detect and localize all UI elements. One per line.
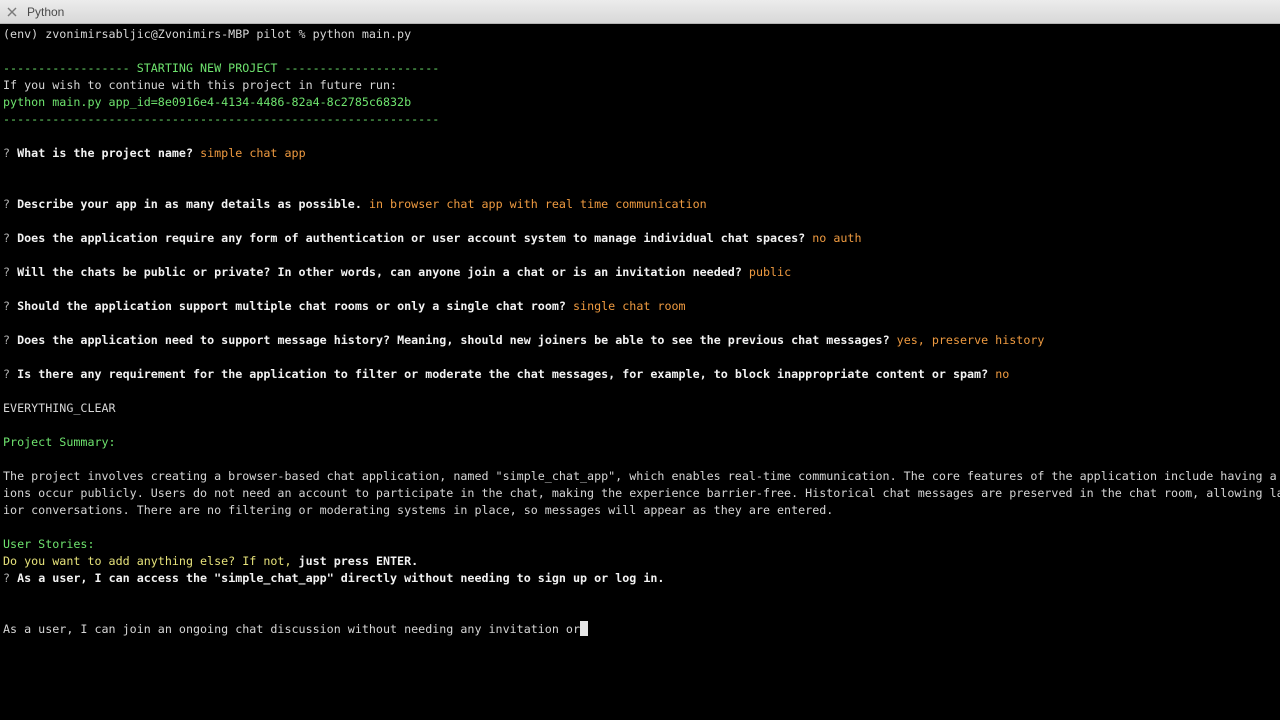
- question-text: Will the chats be public or private? In …: [17, 265, 742, 279]
- qa-item: ? Does the application need to support m…: [3, 332, 1044, 349]
- add-prompt-emphasis: just press ENTER.: [298, 554, 419, 568]
- prompt-mark: ?: [3, 299, 11, 313]
- banner-bottom: ----------------------------------------…: [3, 112, 440, 126]
- stories-heading: User Stories:: [3, 537, 95, 551]
- title-bar[interactable]: Python: [0, 0, 1280, 24]
- status-line: EVERYTHING_CLEAR: [3, 401, 116, 415]
- prompt-mark: ?: [3, 367, 11, 381]
- command-line: (env) zvonimirsabljic@Zvonimirs-MBP pilo…: [3, 27, 412, 41]
- answer-text: public: [748, 265, 792, 279]
- window-title: Python: [27, 4, 65, 19]
- continue-hint: If you wish to continue with this projec…: [3, 78, 398, 92]
- answer-text: in browser chat app with real time commu…: [368, 197, 707, 211]
- story-prompt: ? As a user, I can access the "simple_ch…: [3, 570, 664, 587]
- close-icon: [7, 7, 17, 16]
- add-prompt: Do you want to add anything else? If not…: [3, 553, 418, 570]
- summary-heading: Project Summary:: [3, 435, 116, 449]
- qa-item: ? Should the application support multipl…: [3, 298, 686, 315]
- answer-text: simple chat app: [200, 146, 306, 160]
- banner-top: ------------------ STARTING NEW PROJECT …: [3, 61, 440, 75]
- qa-item: ? What is the project name? simple chat …: [3, 145, 306, 162]
- prompt-mark: ?: [3, 333, 11, 347]
- answer-text: no auth: [812, 231, 862, 245]
- story-prompt-text: As a user, I can access the "simple_chat…: [17, 571, 665, 585]
- question-text: Should the application support multiple …: [17, 299, 566, 313]
- prompt-mark: ?: [3, 146, 11, 160]
- question-text: Does the application require any form of…: [17, 231, 806, 245]
- question-text: What is the project name?: [17, 146, 194, 160]
- answer-text: no: [995, 367, 1010, 381]
- terminal-output[interactable]: (env) zvonimirsabljic@Zvonimirs-MBP pilo…: [0, 26, 1280, 720]
- qa-item: ? Does the application require any form …: [3, 230, 862, 247]
- close-button[interactable]: [5, 5, 19, 19]
- typing-line[interactable]: As a user, I can join an ongoing chat di…: [3, 621, 588, 638]
- continue-command: python main.py app_id=8e0916e4-4134-4486…: [3, 95, 412, 109]
- summary-line: The project involves creating a browser-…: [3, 469, 1280, 483]
- answer-text: single chat room: [573, 299, 686, 313]
- prompt-mark: ?: [3, 197, 11, 211]
- prompt-mark: ?: [3, 231, 11, 245]
- terminal-window: Python (env) zvonimirsabljic@Zvonimirs-M…: [0, 0, 1280, 720]
- qa-item: ? Describe your app in as many details a…: [3, 196, 707, 213]
- qa-item: ? Will the chats be public or private? I…: [3, 264, 791, 281]
- typing-text: As a user, I can join an ongoing chat di…: [3, 622, 580, 636]
- text-cursor: [580, 621, 588, 636]
- add-prompt-text: Do you want to add anything else? If not…: [3, 554, 299, 568]
- prompt-mark: ?: [3, 265, 11, 279]
- question-text: Describe your app in as many details as …: [17, 197, 362, 211]
- summary-line: ions occur publicly. Users do not need a…: [3, 486, 1280, 500]
- summary-line: ior conversations. There are no filterin…: [3, 503, 834, 517]
- qa-item: ? Is there any requirement for the appli…: [3, 366, 1009, 383]
- answer-text: yes, preserve history: [896, 333, 1045, 347]
- prompt-mark: ?: [3, 571, 11, 585]
- question-text: Does the application need to support mes…: [17, 333, 890, 347]
- question-text: Is there any requirement for the applica…: [17, 367, 989, 381]
